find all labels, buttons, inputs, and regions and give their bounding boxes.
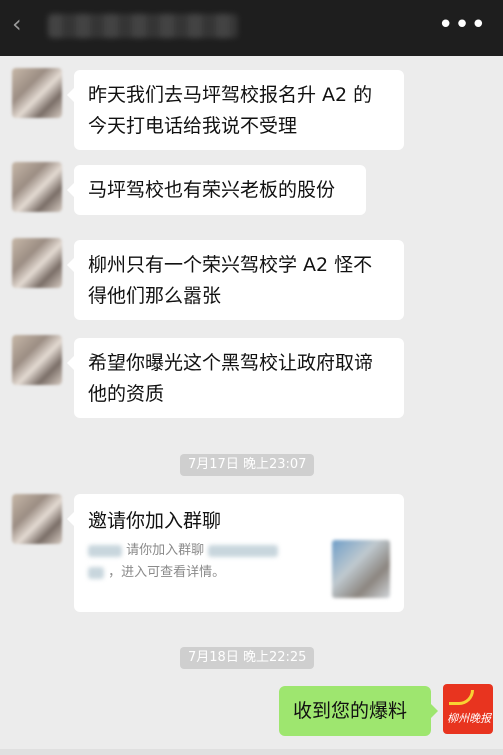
message-text-line: 得他们那么嚣张 bbox=[88, 285, 222, 307]
timestamp: 7月18日 晚上22:25 bbox=[180, 647, 315, 669]
blurred-count bbox=[88, 566, 104, 579]
message-text-line: 昨天我们去马坪驾校报名升 A2 的 bbox=[88, 84, 373, 106]
blurred-group-name bbox=[208, 544, 279, 557]
message-text-line: 柳州只有一个荣兴驾校学 A2 怪不 bbox=[88, 254, 373, 276]
message-bubble: 昨天我们去马坪驾校报名升 A2 的 今天打电话给我说不受理 bbox=[67, 70, 404, 150]
chat-header: ‹ ••• bbox=[0, 0, 503, 56]
message-text-line: 希望你曝光这个黑驾校让政府取谛 bbox=[88, 352, 374, 374]
group-invite-card[interactable]: 邀请你加入群聊 请你加入群聊 ，进入可查看详情。 bbox=[67, 494, 404, 612]
blurred-name bbox=[88, 544, 122, 557]
timestamp: 7月17日 晚上23:07 bbox=[180, 454, 315, 476]
avatar[interactable] bbox=[12, 238, 62, 288]
avatar[interactable] bbox=[12, 494, 62, 544]
avatar[interactable] bbox=[12, 162, 62, 212]
avatar[interactable] bbox=[12, 335, 62, 385]
invite-description: 请你加入群聊 ，进入可查看详情。 bbox=[88, 540, 328, 584]
invite-title: 邀请你加入群聊 bbox=[88, 510, 222, 532]
message-bubble: 柳州只有一个荣兴驾校学 A2 怪不 得他们那么嚣张 bbox=[67, 240, 404, 320]
logo-text: 柳州晚报 bbox=[447, 712, 491, 725]
group-thumbnail-blurred bbox=[332, 540, 390, 598]
my-avatar-logo[interactable]: 柳州晚报 bbox=[443, 684, 493, 734]
bottom-edge bbox=[0, 749, 503, 755]
message-text-line: 马坪驾校也有荣兴老板的股份 bbox=[88, 179, 336, 201]
avatar[interactable] bbox=[12, 68, 62, 118]
more-icon[interactable]: ••• bbox=[438, 12, 487, 38]
invite-desc-text: ，进入可查看详情。 bbox=[108, 565, 226, 580]
my-message-bubble: 收到您的爆料 bbox=[279, 686, 438, 736]
back-arrow-icon[interactable]: ‹ bbox=[12, 12, 34, 36]
message-text-line: 他的资质 bbox=[88, 383, 165, 405]
message-text-line: 收到您的爆料 bbox=[293, 700, 408, 722]
chat-title-blurred bbox=[48, 14, 238, 38]
message-bubble: 马坪驾校也有荣兴老板的股份 bbox=[67, 165, 366, 215]
message-text-line: 今天打电话给我说不受理 bbox=[88, 115, 298, 137]
logo-swoosh-icon bbox=[449, 690, 474, 705]
invite-desc-text: 请你加入群聊 bbox=[126, 543, 205, 558]
message-bubble: 希望你曝光这个黑驾校让政府取谛 他的资质 bbox=[67, 338, 404, 418]
